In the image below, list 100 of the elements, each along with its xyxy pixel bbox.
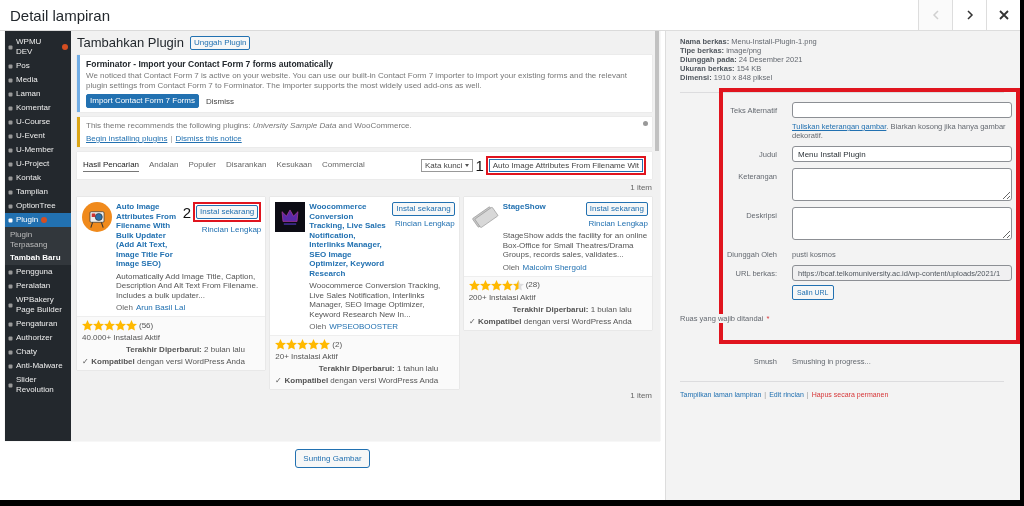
star-icon [104, 320, 115, 331]
compatibility-note: ✓ Kompatibel dengan versi WordPress Anda [82, 357, 245, 367]
edit-image-button[interactable]: Sunting Gambar [295, 449, 370, 468]
admin-menu-item[interactable]: Tampilan [5, 185, 71, 199]
admin-menu-item[interactable]: U-Member [5, 143, 71, 157]
admin-menu-item[interactable]: Slider Revolution [5, 373, 71, 397]
notice-text: We noticed that Contact Form 7 is active on your website. You can use our built-in Contact Form 7 importer to import your existing forms and the relevant plugin settings from Contact Form 7 to Forminator. The importer supports the most widely used add-ons as well. [86, 71, 628, 91]
filter-tab[interactable]: Andalan [149, 159, 179, 172]
admin-menu-item[interactable]: WPMU DEV [5, 35, 71, 59]
admin-menu-item[interactable]: Pengguna [5, 265, 71, 279]
notice-link[interactable]: Dismiss this notice [175, 134, 242, 143]
install-now-button[interactable]: Instal sekarang [585, 202, 648, 216]
result-count: 1 item [629, 183, 652, 193]
filter-tab[interactable]: Disarankan [225, 159, 267, 172]
star-icon [501, 279, 513, 291]
star-icon [126, 320, 137, 331]
close-icon [996, 8, 1011, 22]
notice-link[interactable]: Begin installing plugins [86, 134, 168, 143]
admin-menu-item[interactable]: U-Course [5, 115, 71, 129]
search-field[interactable]: Auto Image Attributes From Filename Wit [488, 159, 643, 172]
modal-title: Detail lampiran [9, 6, 111, 24]
dismiss-link[interactable]: Dismiss [205, 96, 234, 106]
annotation-number: 1 [475, 158, 484, 173]
import-button[interactable]: Import Contact Form 7 Forms [86, 94, 199, 108]
upload-plugin-button[interactable]: Unggah Plugin [189, 35, 251, 50]
admin-menu-item[interactable]: Plugin [5, 213, 71, 227]
more-details-link[interactable]: Rincian Lengkap [201, 225, 262, 234]
star-icon [297, 339, 309, 350]
filter-tab[interactable]: Populer [188, 159, 216, 172]
annotation-number: 2 [182, 204, 192, 220]
plugin-title-link[interactable]: Auto Image Attributes From Filename With Bulk Updater (Add Alt Text, Image Title For Image SEO) [116, 202, 180, 269]
half-star-icon [512, 279, 524, 291]
admin-menu-item[interactable]: Laman [5, 87, 71, 101]
text-field[interactable] [792, 102, 1012, 118]
admin-menu-item[interactable]: U-Project [5, 157, 71, 171]
dismiss-icon [643, 121, 648, 126]
rating-count: (2) [332, 339, 343, 350]
camera-logo-drawing [82, 202, 112, 232]
link-separator: | [170, 134, 173, 143]
author-link[interactable]: Arun Basil Lal [135, 303, 186, 312]
last-updated: Terakhir Diperbarui: 2 bulan lalu [125, 345, 245, 355]
filter-tab[interactable]: Kesukaan [276, 159, 313, 172]
star-icon [82, 320, 93, 331]
page-heading: Tambahkan Plugin [77, 35, 184, 50]
admin-menu-item[interactable]: U-Event [5, 129, 71, 143]
active-installs: 200+ Instalasi Aktif [468, 292, 537, 303]
install-now-button[interactable]: Instal sekarang [392, 202, 455, 216]
result-count: 1 item [629, 391, 652, 401]
search-type-select[interactable]: Kata kunci [421, 159, 474, 172]
more-details-link[interactable]: Rincian Lengkap [588, 219, 648, 228]
active-installs: 40.000+ Instalasi Aktif [82, 333, 161, 343]
caret-icon [465, 164, 470, 167]
more-details-link[interactable]: Rincian Lengkap [395, 219, 455, 228]
author-prefix: Oleh [502, 262, 520, 272]
admin-menu-item[interactable]: Anti-Malware [5, 359, 71, 373]
admin-menu-item[interactable]: WPBakery Page Builder [5, 293, 71, 317]
author-prefix: Oleh [116, 303, 133, 312]
text-field[interactable]: Menu Install Plugin [792, 146, 1012, 162]
plugin-description: Woocommerce Conversion Tracking, Live Sales Notification, Interlinks Manager, SEO Image Optimizer, Keyword Research New In... [309, 281, 442, 319]
author-link[interactable]: Malcolm Shergold [522, 262, 587, 272]
admin-menu-item[interactable]: Media [5, 73, 71, 87]
plugin-description: Automatically Add Image Title, Caption, Description And Alt Text From Filename. Includes a bulk updater... [116, 271, 260, 300]
star-icon [490, 279, 502, 291]
notice-text: This theme recommends the following plugins: University Sample Data and WooCommerce. [86, 121, 413, 131]
star-icon [468, 279, 480, 291]
crown-logo-drawing [275, 202, 306, 232]
admin-submenu-item[interactable]: Tambah Baru [5, 251, 71, 264]
author-link[interactable]: WPSEOBOOSTER [329, 322, 399, 331]
compatibility-note: ✓ Kompatibel dengan versi WordPress Anda [468, 316, 632, 327]
admin-submenu-item[interactable]: Plugin Terpasang [5, 228, 71, 251]
compatibility-note: ✓ Kompatibel dengan versi WordPress Anda [275, 376, 439, 386]
star-icon [115, 320, 126, 331]
star-icon [286, 339, 298, 350]
plugin-title-link[interactable]: Woocommerce Conversion Tracking, Live Sales Notification, Interlinks Manager, SEO Image Optimizer, Keyword Research [309, 202, 390, 278]
star-icon [479, 279, 491, 291]
last-updated: Terakhir Diperbarui: 1 bulan lalu [512, 304, 632, 315]
admin-menu-item[interactable]: Peralatan [5, 279, 71, 293]
plugin-description: StageShow adds the facility for an online Box-Office for Small Theatres/Drama Groups, records sales, validates... [502, 231, 648, 260]
install-now-button[interactable]: Instal sekarang [196, 205, 259, 219]
admin-menu-item[interactable]: Kontak [5, 171, 71, 185]
admin-menu-item[interactable]: Pengaturan [5, 317, 71, 331]
admin-menu-item[interactable]: Authorizer [5, 331, 71, 345]
author-prefix: Oleh [309, 322, 327, 331]
rating-count: (28) [525, 280, 540, 290]
filter-tab[interactable]: Hasil Pencarian [83, 159, 140, 172]
notice-title: Forminator - Import your Contact Form 7 forms automatically [86, 59, 334, 69]
text-area[interactable] [792, 207, 1012, 240]
star-icon [275, 339, 287, 350]
admin-menu-item[interactable]: Komentar [5, 101, 71, 115]
admin-menu-item[interactable]: Pos [5, 59, 71, 73]
star-icon [319, 339, 331, 350]
admin-menu-item[interactable]: Chaty [5, 345, 71, 359]
plugin-title-link[interactable]: StageShow [502, 202, 583, 228]
last-updated: Terakhir Diperbarui: 1 tahun lalu [318, 364, 439, 374]
filter-tab[interactable]: Commercial [322, 159, 365, 172]
text-area[interactable] [792, 168, 1012, 201]
admin-menu-item[interactable]: OptionTree [5, 199, 71, 213]
active-installs: 20+ Instalasi Aktif [275, 352, 339, 362]
star-icon [93, 320, 104, 331]
rating-count: (56) [139, 320, 154, 331]
